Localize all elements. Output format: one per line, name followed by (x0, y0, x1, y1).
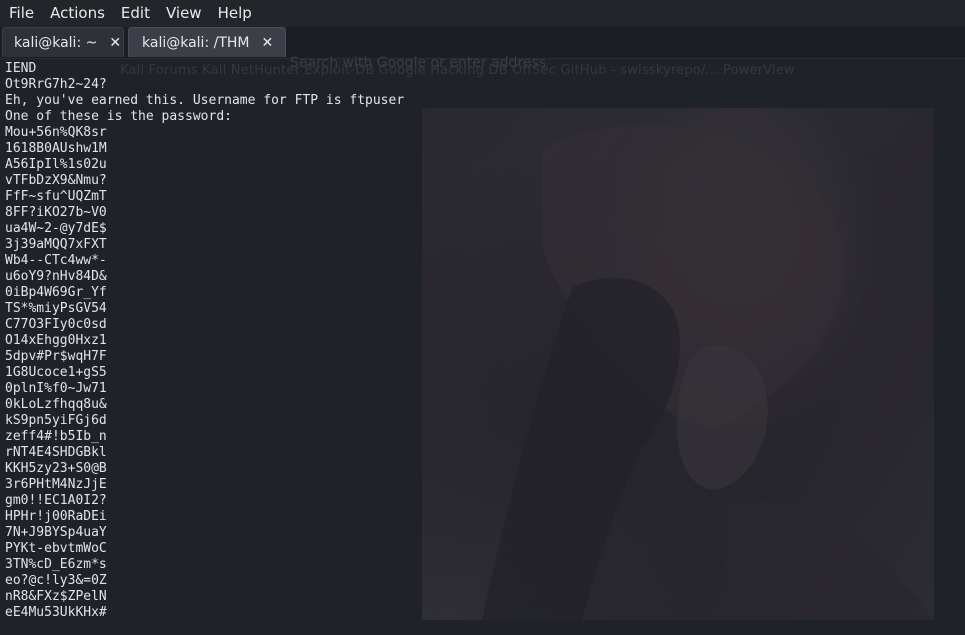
terminal-line: gm0!!EC1A0I2? (5, 493, 107, 508)
terminal-line: ua4W~2-@y7dE$ (5, 221, 107, 236)
tab-home[interactable]: kali@kali: ~ ✕ (2, 27, 124, 57)
terminal-line: nR8&FXz$ZPelN (5, 589, 107, 604)
terminal-line: HPHr!j00RaDEi (5, 509, 107, 524)
background-image (422, 108, 934, 620)
tab-bar: Search with Google or enter address kali… (0, 27, 965, 71)
terminal-line: FfF~sfu^UQZmT (5, 189, 107, 204)
terminal-line: Mou+56n%QK8sr (5, 125, 107, 140)
terminal-line: 5dpv#Pr$wqH7F (5, 349, 107, 364)
terminal-line: 3r6PHtM4NzJjE (5, 477, 107, 492)
menu-view[interactable]: View (157, 0, 209, 27)
terminal-window: File Actions Edit View Help Search with … (0, 0, 965, 635)
tab-label: kali@kali: ~ (14, 34, 98, 51)
background-portrait-shape (482, 125, 934, 620)
terminal-line: eE4Mu53UkKHx# (5, 605, 107, 620)
terminal-line: 8FF?iKO27b~V0 (5, 205, 107, 220)
terminal-line: 1618B0AUshw1M (5, 141, 107, 156)
terminal-line: Wb4--CTc4ww*- (5, 253, 107, 268)
tab-thm[interactable]: kali@kali: /THM ✕ (128, 27, 286, 57)
terminal-output[interactable]: IEND Ot9RrG7h2~24? Eh, you've earned this.… (5, 61, 404, 621)
terminal-line: A56IpIl%1s02u (5, 157, 107, 172)
terminal-line: 3TN%cD_E6zm*s (5, 557, 107, 572)
menu-edit[interactable]: Edit (112, 0, 157, 27)
terminal-line: 3j39aMQQ7xFXT (5, 237, 107, 252)
menu-bar: File Actions Edit View Help (0, 0, 965, 27)
terminal-line: kS9pn5yiFGj6d (5, 413, 107, 428)
close-icon[interactable]: ✕ (109, 35, 121, 51)
menu-file[interactable]: File (0, 0, 41, 27)
terminal-line: 0plnI%f0~Jw71 (5, 381, 107, 396)
terminal-line: C77O3FIy0c0sd (5, 317, 107, 332)
close-icon[interactable]: ✕ (261, 35, 273, 51)
terminal-line: O14xEhgg0Hxz1 (5, 333, 107, 348)
terminal-line: TS*%miyPsGV54 (5, 301, 107, 316)
terminal-line: rNT4E4SHDGBkl (5, 445, 107, 460)
terminal-line: One of these is the password: (5, 109, 232, 124)
terminal-line: eo?@c!ly3&=0Z (5, 573, 107, 588)
terminal-line: Ot9RrG7h2~24? (5, 77, 107, 92)
terminal-line: u6oY9?nHv84D& (5, 269, 107, 284)
terminal-line: Eh, you've earned this. Username for FTP… (5, 93, 405, 108)
terminal-line: IEND (5, 61, 37, 76)
terminal-line: 0iBp4W69Gr_Yf (5, 285, 107, 300)
terminal-line: zeff4#!b5Ib_n (5, 429, 107, 444)
tab-label: kali@kali: /THM (142, 34, 250, 51)
menu-actions[interactable]: Actions (41, 0, 112, 27)
terminal-line: vTFbDzX9&Nmu? (5, 173, 107, 188)
menu-help[interactable]: Help (209, 0, 259, 27)
terminal-line: KKH5zy23+S0@B (5, 461, 107, 476)
terminal-line: 7N+J9BYSp4uaY (5, 525, 107, 540)
terminal-line: 0kLoLzfhqq8u& (5, 397, 107, 412)
terminal-line: PYKt-ebvtmWoC (5, 541, 107, 556)
terminal-line: 1G8Ucoce1+gS5 (5, 365, 107, 380)
